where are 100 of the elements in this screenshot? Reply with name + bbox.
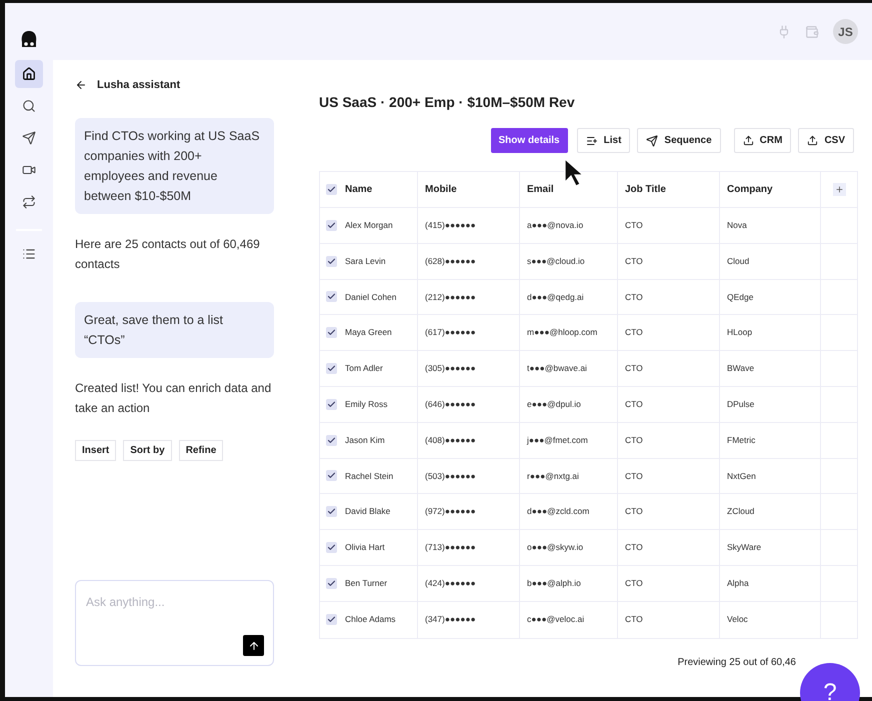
back-icon[interactable] <box>75 79 87 91</box>
table-cell: NxtGen <box>727 470 756 482</box>
results-title: US SaaS · 200+ Emp · $10M–$50M Rev <box>319 93 576 112</box>
avatar[interactable]: JS <box>833 19 858 44</box>
show-details-button[interactable]: Show details <box>490 128 568 153</box>
checkbox[interactable] <box>326 614 337 626</box>
checkbox[interactable] <box>326 184 337 195</box>
table-cell: Chloe Adams <box>345 613 396 626</box>
table-cell: (347)●●●●●● <box>425 613 476 626</box>
table-cell: BWave <box>727 362 754 375</box>
upload-icon <box>742 135 754 146</box>
action-chip[interactable]: Refine <box>178 440 224 461</box>
table-cell: b●●●@alph.io <box>527 576 581 590</box>
table-cell: d●●●@qedg.ai <box>527 290 584 304</box>
assistant-message: Created list! You can enrich data and take an action <box>75 380 272 417</box>
table-cell: o●●●@skyw.io <box>527 541 584 554</box>
upload-icon <box>807 135 818 146</box>
toolbar-button[interactable]: List <box>576 128 630 153</box>
toolbar-button[interactable]: Sequence <box>637 128 721 153</box>
video-icon <box>22 163 36 177</box>
send-icon <box>646 134 658 146</box>
preview-count: Previewing 25 out of 60,46 <box>678 656 796 670</box>
sync-icon <box>22 195 36 209</box>
action-chip[interactable]: Sort by <box>123 440 172 461</box>
arrow-up-icon <box>248 640 260 652</box>
table-cell: e●●●@dpul.io <box>527 398 581 411</box>
table-cell: SkyWare <box>727 541 762 554</box>
list-add-icon <box>586 134 598 146</box>
table-cell: r●●●@nxtg.ai <box>527 470 579 482</box>
table-cell: CTO <box>625 398 643 411</box>
checkbox[interactable] <box>326 506 337 518</box>
table-cell: (424)●●●●●● <box>425 576 476 590</box>
table-cell: DPulse <box>727 398 754 411</box>
table-cell: CTO <box>625 326 643 340</box>
table-cell: t●●●@bwave.ai <box>527 362 587 375</box>
checkbox[interactable] <box>326 542 337 554</box>
table-cell: (408)●●●●●● <box>425 434 476 447</box>
table-cell: CTO <box>625 219 643 232</box>
checkbox[interactable] <box>326 434 337 446</box>
table-cell: CTO <box>625 470 643 482</box>
column-header: Company <box>727 183 773 197</box>
column-header: Job Title <box>625 183 666 197</box>
table-cell: Alex Morgan <box>345 219 393 232</box>
table-cell: (713)●●●●●● <box>425 541 476 554</box>
column-header: Email <box>527 183 554 197</box>
table-cell: (646)●●●●●● <box>425 398 476 411</box>
table-cell: CTO <box>625 362 643 375</box>
table-cell: FMetric <box>727 434 756 447</box>
table-cell: CTO <box>625 541 643 554</box>
checkbox[interactable] <box>326 578 337 589</box>
checkbox[interactable] <box>326 398 337 410</box>
table-cell: Olivia Hart <box>345 541 385 554</box>
table-cell: (212)●●●●●● <box>425 290 476 304</box>
table-cell: d●●●@zcld.com <box>527 505 590 518</box>
table-cell: (305)●●●●●● <box>425 362 476 375</box>
table-cell: CTO <box>625 613 643 626</box>
table-cell: QEdge <box>727 290 754 304</box>
table-cell: (503)●●●●●● <box>425 470 476 482</box>
table-cell: (972)●●●●●● <box>425 505 476 518</box>
checkbox[interactable] <box>326 256 337 267</box>
logo-icon <box>19 30 39 50</box>
plus-icon <box>834 185 844 194</box>
table-cell: a●●●@nova.io <box>527 219 584 232</box>
table-cell: Cloud <box>727 254 750 268</box>
table-cell: (628)●●●●●● <box>425 254 476 268</box>
table-cell: Ben Turner <box>345 576 388 590</box>
table-cell: CTO <box>625 290 643 304</box>
table-cell: David Blake <box>345 505 390 518</box>
assistant-message: Here are 25 contacts out of 60,469 contacts <box>75 236 261 273</box>
checkbox[interactable] <box>326 363 337 374</box>
table-cell: (617)●●●●●● <box>425 326 476 340</box>
home-icon <box>22 67 36 81</box>
checkbox[interactable] <box>326 470 337 482</box>
chat-input[interactable]: Ask anything... <box>75 580 274 666</box>
toolbar-button[interactable]: CRM <box>734 128 792 153</box>
help-button[interactable]: ? <box>800 663 860 701</box>
table-cell: Daniel Cohen <box>345 290 397 304</box>
table-cell: Emily Ross <box>345 398 388 411</box>
table-cell: j●●●@fmet.com <box>527 434 588 447</box>
column-header: Mobile <box>425 183 457 197</box>
table-cell: Nova <box>727 219 747 232</box>
send-icon <box>22 131 36 145</box>
search-icon <box>22 99 36 113</box>
table-cell: c●●●@veloc.ai <box>527 613 584 626</box>
nav-button[interactable] <box>15 60 43 88</box>
send-button[interactable] <box>243 635 264 656</box>
user-message: Great, save them to a list “CTOs” <box>75 302 274 358</box>
checkbox[interactable] <box>326 291 337 302</box>
ask-input[interactable]: Ask anything... <box>86 593 263 611</box>
table-cell: CTO <box>625 254 643 268</box>
table-cell: Veloc <box>727 613 748 626</box>
checkbox[interactable] <box>326 220 337 231</box>
toolbar-button[interactable]: CSV <box>798 128 854 153</box>
user-message: Find CTOs working at US SaaS companies with 200+ employees and revenue between $10-$50M <box>75 118 274 214</box>
assistant-title: Lusha assistant <box>97 78 180 93</box>
action-chip[interactable]: Insert <box>75 440 116 461</box>
add-column-button[interactable] <box>832 183 846 196</box>
checkbox[interactable] <box>326 327 337 338</box>
table-cell: s●●●@cloud.io <box>527 254 585 268</box>
table-cell: m●●●@hloop.com <box>527 326 598 340</box>
